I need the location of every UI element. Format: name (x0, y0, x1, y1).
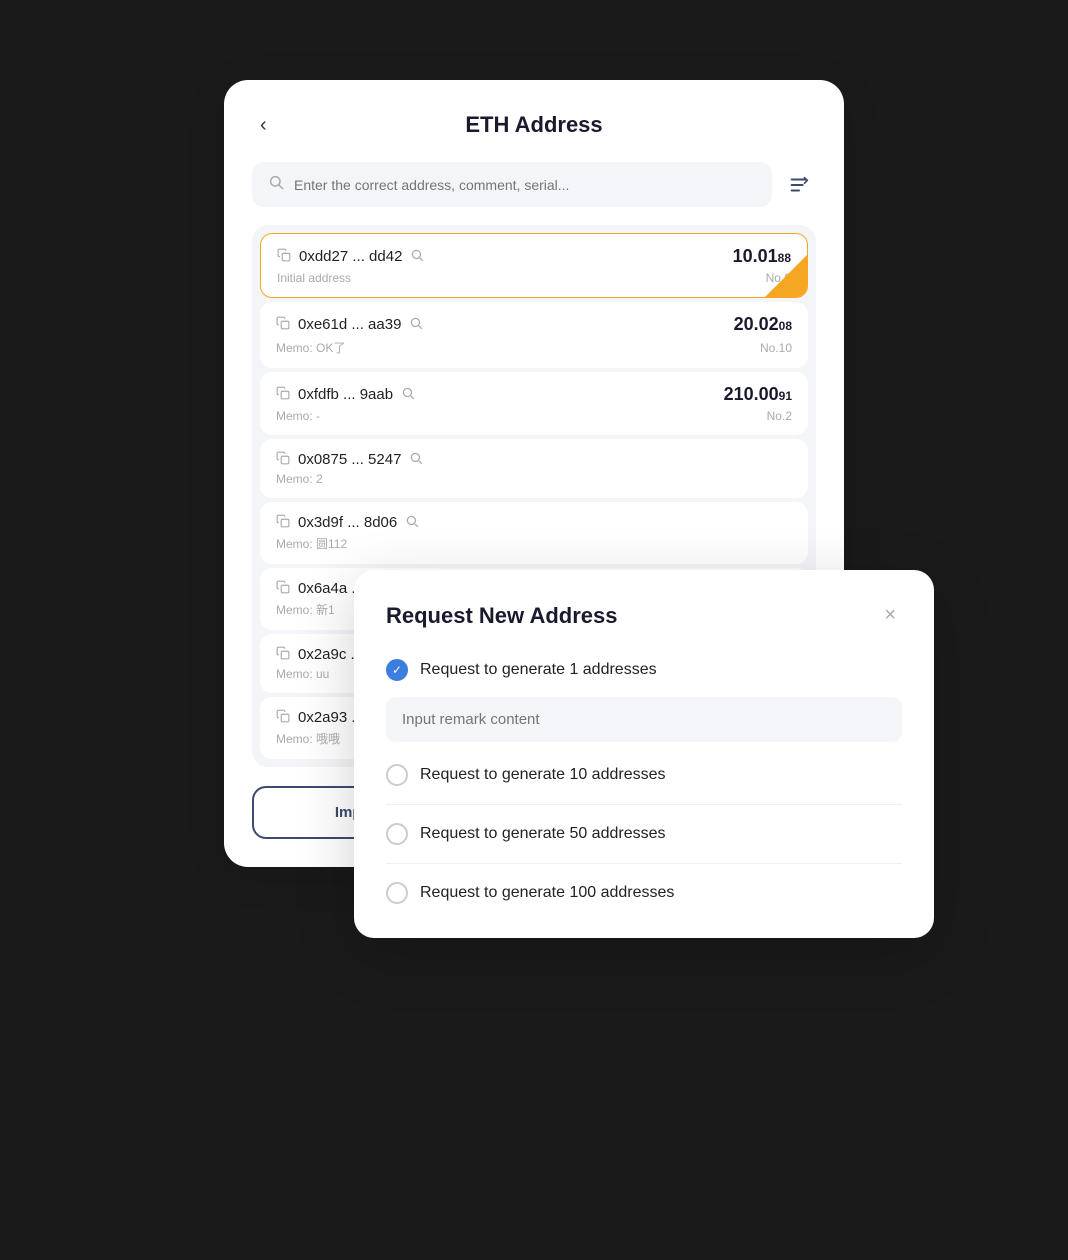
modal-option-1[interactable]: ✓ Request to generate 1 addresses (386, 653, 902, 687)
copy-icon[interactable] (276, 316, 290, 333)
memo-label: Memo: 圆112 (276, 535, 347, 552)
remark-input[interactable] (386, 697, 902, 742)
memo-label: Memo: OK了 (276, 339, 345, 356)
modal-header: Request New Address × (386, 602, 902, 629)
address-value: 0x0875 ... 5247 (298, 451, 401, 468)
radio-unchecked-icon (386, 764, 408, 786)
memo-label: Memo: 2 (276, 472, 323, 486)
modal-close-button[interactable]: × (878, 602, 902, 629)
option-label-4: Request to generate 100 addresses (420, 884, 674, 902)
search-row (252, 162, 816, 207)
table-row[interactable]: 0xdd27 ... dd42 10.01 88 Initial address (260, 233, 808, 298)
memo-label: Initial address (277, 271, 351, 285)
search-input[interactable] (294, 177, 756, 193)
amount-main: 20.02 (734, 314, 779, 335)
copy-icon[interactable] (276, 386, 290, 403)
copy-icon[interactable] (276, 451, 290, 468)
memo-label: Memo: 新1 (276, 601, 335, 618)
lookup-icon[interactable] (401, 386, 415, 403)
lookup-icon[interactable] (409, 451, 423, 468)
divider (386, 863, 902, 864)
lookup-icon[interactable] (410, 248, 424, 265)
copy-icon[interactable] (276, 514, 290, 531)
back-button[interactable]: ‹ (252, 110, 275, 141)
search-box (252, 162, 772, 207)
memo-label: Memo: uu (276, 667, 329, 681)
address-value: 0xdd27 ... dd42 (299, 248, 402, 265)
copy-icon[interactable] (276, 646, 290, 663)
modal-option-4[interactable]: Request to generate 100 addresses (386, 876, 902, 910)
option-label-2: Request to generate 10 addresses (420, 766, 666, 784)
lookup-icon[interactable] (405, 514, 419, 531)
request-address-modal: Request New Address × ✓ Request to gener… (354, 570, 934, 938)
page-title: ETH Address (465, 112, 602, 138)
lookup-icon[interactable] (409, 316, 423, 333)
option-label-1: Request to generate 1 addresses (420, 661, 657, 679)
address-value: 0xe61d ... aa39 (298, 316, 401, 333)
copy-icon[interactable] (276, 580, 290, 597)
modal-title: Request New Address (386, 603, 617, 629)
address-value: 0xfdfb ... 9aab (298, 386, 393, 403)
table-row[interactable]: 0x3d9f ... 8d06 Memo: 圆112 (260, 502, 808, 564)
divider (386, 804, 902, 805)
table-row[interactable]: 0xfdfb ... 9aab 210.00 91 Memo: - (260, 372, 808, 435)
search-icon (268, 174, 284, 195)
amount-sub: 08 (779, 319, 792, 333)
card-header: ‹ ETH Address (252, 112, 816, 138)
filter-button[interactable] (782, 168, 816, 202)
modal-option-3[interactable]: Request to generate 50 addresses (386, 817, 902, 851)
memo-label: Memo: 哦哦 (276, 730, 340, 747)
address-value: 0x3d9f ... 8d06 (298, 514, 397, 531)
memo-label: Memo: - (276, 409, 320, 423)
amount-sub: 91 (779, 389, 792, 403)
table-row[interactable]: 0x0875 ... 5247 Memo: 2 (260, 439, 808, 498)
radio-unchecked-icon (386, 882, 408, 904)
active-badge (765, 255, 807, 297)
radio-checked-icon: ✓ (386, 659, 408, 681)
copy-icon[interactable] (277, 248, 291, 265)
amount-main: 210.00 (724, 384, 779, 405)
option-label-3: Request to generate 50 addresses (420, 825, 666, 843)
modal-option-2[interactable]: Request to generate 10 addresses (386, 758, 902, 792)
copy-icon[interactable] (276, 709, 290, 726)
no-label: No.2 (767, 409, 792, 423)
no-label: No.10 (760, 341, 792, 355)
radio-unchecked-icon (386, 823, 408, 845)
table-row[interactable]: 0xe61d ... aa39 20.02 08 Memo: OK了 (260, 302, 808, 368)
